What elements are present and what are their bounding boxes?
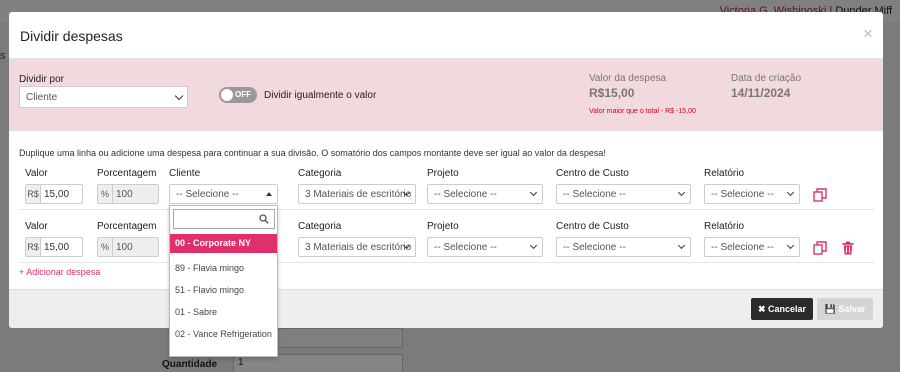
porcentagem-value: 100: [113, 185, 158, 203]
categoria-select[interactable]: 3 Materiais de escritório: [298, 237, 416, 257]
split-expense-modal: Dividir despesas × Dividir por Cliente O…: [9, 12, 883, 328]
porcentagem-label: Porcentagem: [97, 221, 157, 232]
expense-value-label: Valor da despesa: [589, 73, 667, 84]
relatorio-value: -- Selecione --: [711, 189, 774, 200]
relatorio-label: Relatório: [704, 168, 745, 179]
divide-by-select[interactable]: Cliente: [19, 86, 188, 108]
porcentagem-label: Porcentagem: [97, 168, 157, 179]
close-icon[interactable]: ×: [863, 24, 873, 44]
porcentagem-value: 100: [113, 238, 158, 256]
duplicate-icon[interactable]: [813, 241, 827, 255]
created-date: 14/11/2024: [731, 86, 791, 100]
chevron-down-icon: [529, 241, 538, 250]
save-button[interactable]: 💾 Salvar: [817, 298, 873, 320]
projeto-label: Projeto: [427, 221, 459, 232]
modal-title: Dividir despesas: [20, 28, 123, 44]
chevron-down-icon: [529, 188, 538, 197]
toggle-knob: [221, 89, 233, 101]
split-instructions: Duplique uma linha ou adicione uma despe…: [19, 148, 606, 158]
chevron-down-icon: [677, 188, 686, 197]
modal-header: Dividir despesas ×: [9, 12, 883, 59]
categoria-label: Categoria: [298, 168, 342, 179]
toggle-state: OFF: [235, 90, 251, 99]
chevron-down-icon: [786, 188, 795, 197]
cliente-value: -- Selecione --: [176, 189, 239, 200]
divide-by-label: Dividir por: [19, 74, 65, 85]
valor-input[interactable]: R$ 15,00: [25, 237, 83, 257]
porcentagem-input: % 100: [97, 237, 159, 257]
dropdown-option[interactable]: 00 - Corporate NY: [170, 234, 277, 253]
split-settings-panel: Dividir por Cliente OFF Dividir igualmen…: [9, 59, 883, 131]
duplicate-icon[interactable]: [813, 188, 827, 202]
categoria-label: Categoria: [298, 221, 342, 232]
split-row: Valor R$ 15,00 Porcentagem % 100 Cliente…: [19, 164, 874, 210]
dropdown-option[interactable]: 02 - Vance Refrigeration: [170, 325, 277, 344]
centro-select[interactable]: -- Selecione --: [556, 184, 691, 204]
relatorio-label: Relatório: [704, 221, 745, 232]
categoria-value: 3 Materiais de escritório: [305, 242, 412, 253]
centro-select[interactable]: -- Selecione --: [556, 237, 691, 257]
chevron-down-icon: [786, 241, 795, 250]
split-row: Valor R$ 15,00 Porcentagem % 100 Categor…: [19, 217, 874, 263]
currency-addon: R$: [26, 185, 41, 203]
divide-by-value: Cliente: [26, 92, 58, 103]
split-equally-toggle[interactable]: OFF: [219, 87, 257, 103]
cliente-select[interactable]: -- Selecione --: [169, 184, 278, 204]
porcentagem-input: % 100: [97, 184, 159, 204]
created-date-label: Data de criação: [731, 73, 802, 84]
dropdown-search-input[interactable]: [173, 209, 275, 229]
centro-value: -- Selecione --: [563, 242, 626, 253]
split-equally-label: Dividir igualmente o valor: [264, 90, 377, 101]
background-text-fragment: s: [0, 50, 6, 62]
relatorio-select[interactable]: -- Selecione --: [704, 184, 800, 204]
valor-label: Valor: [25, 221, 48, 232]
valor-value: 15,00: [44, 242, 70, 253]
chevron-down-icon: [677, 241, 686, 250]
chevron-down-icon: [174, 91, 184, 101]
search-icon: [259, 214, 269, 224]
projeto-value: -- Selecione --: [434, 242, 497, 253]
background-quantity-label: Quantidade: [162, 359, 218, 370]
add-expense-link[interactable]: + Adicionar despesa: [19, 267, 100, 277]
centro-value: -- Selecione --: [563, 189, 626, 200]
projeto-select[interactable]: -- Selecione --: [427, 237, 543, 257]
projeto-select[interactable]: -- Selecione --: [427, 184, 543, 204]
percent-addon: %: [98, 185, 113, 203]
modal-footer: ✖ Cancelar 💾 Salvar: [9, 289, 883, 328]
projeto-value: -- Selecione --: [434, 189, 497, 200]
cliente-label: Cliente: [169, 168, 201, 179]
cancel-button[interactable]: ✖ Cancelar: [751, 298, 813, 320]
relatorio-select[interactable]: -- Selecione --: [704, 237, 800, 257]
valor-input[interactable]: R$ 15,00: [25, 184, 83, 204]
dropdown-option[interactable]: 51 - Flavio mingo: [170, 281, 277, 300]
relatorio-value: -- Selecione --: [711, 242, 774, 253]
currency-addon: R$: [26, 238, 41, 256]
value-warning: Valor maior que o total - R$ -15,00: [589, 108, 696, 115]
valor-label: Valor: [25, 168, 48, 179]
trash-icon[interactable]: [841, 241, 855, 255]
centro-label: Centro de Custo: [556, 168, 629, 179]
percent-addon: %: [98, 238, 113, 256]
dropdown-option[interactable]: 01 - Sabre: [170, 303, 277, 322]
projeto-label: Projeto: [427, 168, 459, 179]
categoria-value: 3 Materiais de escritório: [305, 189, 412, 200]
valor-value: 15,00: [44, 189, 70, 200]
caret-up-icon: [266, 192, 272, 196]
client-dropdown: 00 - Corporate NY 89 - Flavia mingo 51 -…: [169, 205, 278, 357]
expense-value: R$15,00: [589, 86, 635, 100]
centro-label: Centro de Custo: [556, 221, 629, 232]
dropdown-option[interactable]: 89 - Flavia mingo: [170, 259, 277, 278]
categoria-select[interactable]: 3 Materiais de escritório: [298, 184, 416, 204]
